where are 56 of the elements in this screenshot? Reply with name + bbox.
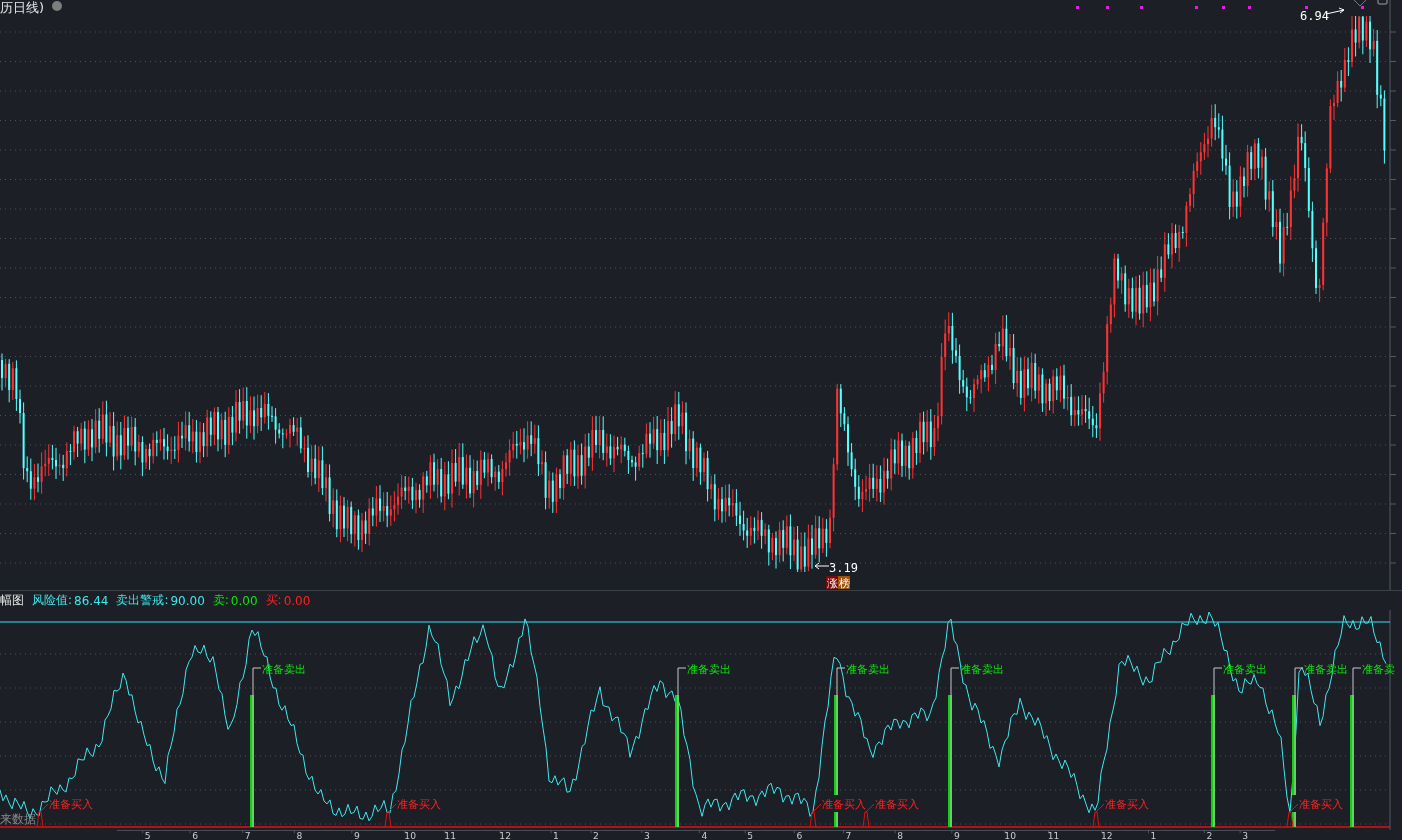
reading-label: 风险值: bbox=[32, 592, 73, 609]
buy-signal-label: 准备买入 bbox=[397, 798, 441, 811]
month-label: 9 bbox=[953, 830, 960, 840]
sell-signal-label: 准备卖出 bbox=[846, 663, 890, 676]
month-label: 12 bbox=[499, 830, 511, 840]
month-label: 10 bbox=[1004, 830, 1016, 840]
reading-value: 86.44 bbox=[74, 593, 109, 608]
month-label: 4 bbox=[701, 830, 708, 840]
month-label: 11 bbox=[1047, 830, 1060, 840]
leader-line bbox=[384, 803, 397, 828]
buy-signal-label: 准备买入 bbox=[1105, 798, 1149, 811]
month-label: 7 bbox=[845, 830, 852, 840]
reading-value: 90.00 bbox=[170, 593, 205, 608]
sell-signal-label: 准备卖出 bbox=[687, 663, 731, 676]
month-label: 6 bbox=[192, 830, 199, 840]
reading-label: 卖: bbox=[212, 592, 229, 609]
price-label: 3.19 bbox=[829, 561, 858, 575]
buy-signal-label: 准备买入 bbox=[875, 798, 919, 811]
month-label: 2 bbox=[1206, 830, 1213, 840]
month-label: 8 bbox=[897, 830, 904, 840]
month-label: 6 bbox=[796, 830, 803, 840]
reading-label: 买: bbox=[265, 592, 282, 609]
footer-label: 来数据 bbox=[0, 812, 36, 826]
reading-label: 卖出警戒: bbox=[116, 592, 169, 609]
indicator-name: 幅图 bbox=[0, 592, 24, 609]
price-label: 6.94 bbox=[1300, 9, 1329, 23]
badge-text: 榜 bbox=[838, 577, 850, 590]
leader-line bbox=[809, 803, 822, 828]
circle-icon[interactable] bbox=[52, 1, 62, 11]
buy-signal-label: 准备买入 bbox=[822, 798, 866, 811]
buy-signal-label: 准备买入 bbox=[49, 798, 93, 811]
window-icon[interactable] bbox=[1377, 0, 1388, 5]
month-label: 8 bbox=[296, 830, 303, 840]
buy-signal-label: 准备买入 bbox=[1299, 798, 1343, 811]
month-label: 3 bbox=[643, 830, 650, 840]
badge-text: 涨 bbox=[826, 577, 838, 590]
arrow-icon bbox=[814, 562, 830, 570]
sell-signal-label: 准备卖 bbox=[1362, 663, 1395, 676]
sell-signal-label: 准备卖出 bbox=[262, 663, 306, 676]
month-label: 9 bbox=[353, 830, 360, 840]
month-label: 1 bbox=[1150, 830, 1157, 840]
month-label: 5 bbox=[144, 830, 151, 840]
month-label: 11 bbox=[444, 830, 456, 840]
month-label: 5 bbox=[747, 830, 754, 840]
month-label: 2 bbox=[593, 830, 599, 840]
leader-line bbox=[1092, 803, 1105, 828]
month-label: 1 bbox=[553, 830, 559, 840]
month-label: 12 bbox=[1101, 830, 1113, 840]
leader-line bbox=[36, 803, 49, 828]
chart-title: 历日线) bbox=[0, 0, 45, 15]
reading-value: 0.00 bbox=[283, 593, 311, 608]
sell-signal-label: 准备卖出 bbox=[1223, 663, 1267, 676]
month-label: 3 bbox=[1242, 830, 1249, 840]
reading-value: 0.00 bbox=[230, 593, 258, 608]
month-label: 10 bbox=[404, 830, 416, 840]
month-label: 7 bbox=[244, 830, 251, 840]
